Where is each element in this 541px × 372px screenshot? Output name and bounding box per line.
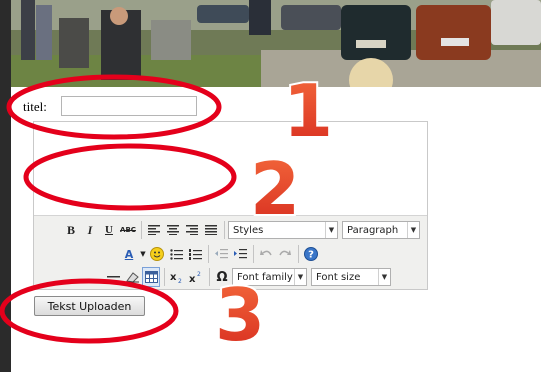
rich-text-editor: B I U ABC Styles ▼ Paragraph ▼ A ▼ ? x 2… [33, 121, 428, 290]
table-icon[interactable] [142, 267, 160, 287]
toolbar-separator [224, 221, 225, 239]
toolbar-row-1: B I U ABC Styles ▼ Paragraph ▼ [62, 219, 424, 241]
italic-button[interactable]: I [81, 220, 99, 240]
font-family-select[interactable]: Font family ▼ [232, 268, 307, 286]
superscript-icon[interactable]: x2 [187, 267, 205, 287]
redo-icon[interactable] [276, 244, 294, 264]
editor-content-area[interactable] [34, 122, 427, 215]
font-size-select[interactable]: Font size ▼ [311, 268, 391, 286]
toolbar-row-3: x2 x2 Ω Font family ▼ Font size ▼ [104, 266, 395, 288]
styles-select-label: Styles [233, 224, 264, 236]
title-input[interactable] [61, 96, 197, 116]
indent-icon[interactable] [231, 244, 249, 264]
toolbar-separator [253, 245, 254, 263]
strikethrough-button[interactable]: ABC [119, 220, 137, 240]
horizontal-rule-icon[interactable] [104, 267, 122, 287]
bold-button[interactable]: B [62, 220, 80, 240]
format-select[interactable]: Paragraph ▼ [342, 221, 420, 239]
svg-text:x: x [170, 272, 177, 283]
toolbar-separator [298, 245, 299, 263]
font-family-select-label: Font family [237, 271, 293, 283]
styles-select[interactable]: Styles ▼ [228, 221, 338, 239]
help-icon[interactable]: ? [302, 244, 320, 264]
text-color-button[interactable]: A [120, 244, 138, 264]
chevron-down-icon: ▼ [407, 222, 419, 238]
numbered-list-icon[interactable] [186, 244, 204, 264]
underline-button[interactable]: U [100, 220, 118, 240]
svg-text:2: 2 [178, 278, 182, 283]
svg-text:?: ? [308, 250, 314, 261]
toolbar-row-2: A ▼ ? [120, 243, 321, 265]
emoticon-icon[interactable] [148, 244, 166, 264]
chevron-down-icon: ▼ [378, 269, 390, 285]
undo-icon[interactable] [257, 244, 275, 264]
align-justify-icon[interactable] [202, 220, 220, 240]
svg-text:x: x [189, 274, 196, 283]
chevron-down-icon: ▼ [294, 269, 306, 285]
subscript-icon[interactable]: x2 [168, 267, 186, 287]
eraser-icon[interactable] [123, 267, 141, 287]
outdent-icon[interactable] [212, 244, 230, 264]
bullet-list-icon[interactable] [167, 244, 185, 264]
header-photo-banner [11, 0, 541, 87]
toolbar-separator [141, 221, 142, 239]
editor-toolbar: B I U ABC Styles ▼ Paragraph ▼ A ▼ ? x 2… [34, 215, 427, 289]
align-right-icon[interactable] [183, 220, 201, 240]
align-center-icon[interactable] [164, 220, 182, 240]
car-show-photo [11, 0, 541, 87]
svg-text:2: 2 [197, 271, 201, 278]
toolbar-separator [164, 268, 165, 286]
format-select-label: Paragraph [347, 224, 399, 236]
chevron-down-icon[interactable]: ▼ [139, 244, 147, 264]
special-character-button[interactable]: Ω [213, 267, 231, 287]
align-left-icon[interactable] [145, 220, 163, 240]
upload-text-button[interactable]: Tekst Uploaden [34, 296, 145, 316]
chevron-down-icon: ▼ [325, 222, 337, 238]
font-size-select-label: Font size [316, 271, 361, 283]
title-label: titel: [23, 99, 47, 114]
toolbar-separator [208, 245, 209, 263]
left-border [0, 0, 11, 372]
toolbar-separator [209, 268, 210, 286]
